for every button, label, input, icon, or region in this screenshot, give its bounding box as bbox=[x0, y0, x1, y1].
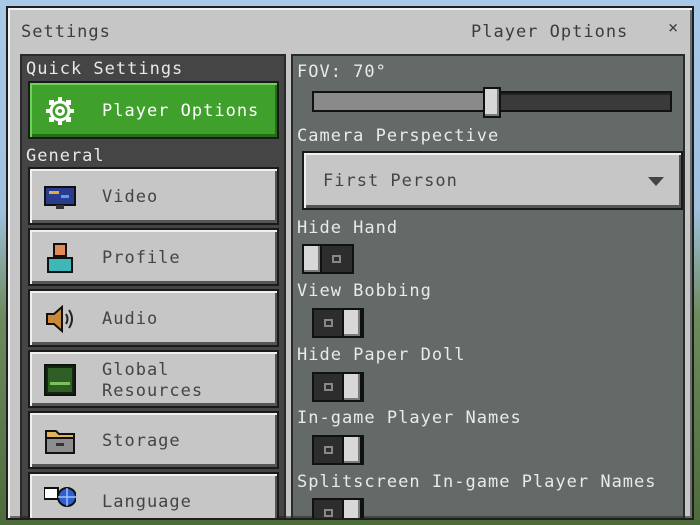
toggle-knob bbox=[302, 244, 322, 274]
player-options-panel[interactable]: FOV: 70° Camera Perspective First Person… bbox=[291, 54, 685, 518]
person-icon bbox=[44, 242, 76, 274]
title-bar: Settings Player Options × bbox=[8, 8, 692, 52]
toggle-on-indicator bbox=[324, 319, 333, 327]
sidebar-item-audio[interactable]: Audio bbox=[28, 289, 279, 347]
monitor-icon bbox=[44, 181, 76, 213]
ingame-player-names-toggle[interactable] bbox=[312, 435, 364, 465]
hide-hand-toggle[interactable] bbox=[302, 244, 354, 274]
camera-perspective-label: Camera Perspective bbox=[297, 126, 500, 146]
camera-perspective-value: First Person bbox=[323, 171, 458, 191]
ingame-player-names-label: In-game Player Names bbox=[297, 408, 522, 428]
fov-label: FOV: 70° bbox=[297, 62, 387, 82]
view-bobbing-toggle[interactable] bbox=[312, 308, 364, 338]
toggle-off-indicator bbox=[332, 255, 341, 263]
sidebar-item-storage[interactable]: Storage bbox=[28, 411, 279, 469]
settings-sidebar[interactable]: Quick Settings Player Options General Vi… bbox=[20, 54, 286, 518]
resource-pack-icon bbox=[44, 364, 76, 396]
folder-icon bbox=[44, 425, 76, 457]
fov-slider-thumb[interactable] bbox=[483, 87, 501, 118]
splitscreen-player-names-label: Splitscreen In-game Player Names bbox=[297, 472, 657, 492]
toggle-knob bbox=[342, 308, 362, 338]
page-title: Player Options bbox=[471, 22, 629, 42]
speaker-icon bbox=[44, 303, 76, 335]
view-bobbing-label: View Bobbing bbox=[297, 281, 432, 301]
sidebar-item-video[interactable]: Video bbox=[28, 167, 279, 225]
quick-settings-heading: Quick Settings bbox=[26, 59, 184, 79]
settings-window: Settings Player Options × Quick Settings bbox=[6, 6, 694, 520]
toggle-knob bbox=[342, 435, 362, 465]
sidebar-item-label: Player Options bbox=[102, 101, 260, 121]
sidebar-item-global-resources[interactable]: Global Resources bbox=[28, 350, 279, 408]
sidebar-item-profile[interactable]: Profile bbox=[28, 228, 279, 286]
splitscreen-player-names-toggle[interactable] bbox=[312, 498, 364, 518]
toggle-knob bbox=[342, 372, 362, 402]
hide-paper-doll-toggle[interactable] bbox=[312, 372, 364, 402]
toggle-knob bbox=[342, 498, 362, 518]
sidebar-item-language[interactable]: Language bbox=[28, 472, 279, 518]
sidebar-item-player-options[interactable]: Player Options bbox=[28, 81, 279, 139]
sidebar-item-label: Storage bbox=[102, 431, 181, 451]
chevron-down-icon bbox=[648, 177, 664, 186]
close-button[interactable]: × bbox=[668, 18, 678, 38]
sidebar-item-label: Global Resources bbox=[102, 360, 204, 401]
toggle-on-indicator bbox=[324, 383, 333, 391]
sidebar-item-label: Language bbox=[102, 492, 192, 512]
window-title: Settings bbox=[21, 22, 111, 42]
sidebar-item-label: Audio bbox=[102, 309, 159, 329]
hide-paper-doll-label: Hide Paper Doll bbox=[297, 345, 466, 365]
general-heading: General bbox=[26, 146, 105, 166]
sidebar-item-label: Video bbox=[102, 187, 159, 207]
camera-perspective-dropdown[interactable]: First Person bbox=[302, 151, 683, 210]
fov-slider[interactable] bbox=[312, 87, 672, 118]
language-icon bbox=[44, 486, 76, 518]
hide-hand-label: Hide Hand bbox=[297, 218, 399, 238]
toggle-on-indicator bbox=[324, 509, 333, 517]
fov-slider-fill bbox=[314, 93, 492, 110]
sidebar-item-label: Profile bbox=[102, 248, 181, 268]
gear-icon bbox=[44, 95, 76, 127]
toggle-on-indicator bbox=[324, 446, 333, 454]
